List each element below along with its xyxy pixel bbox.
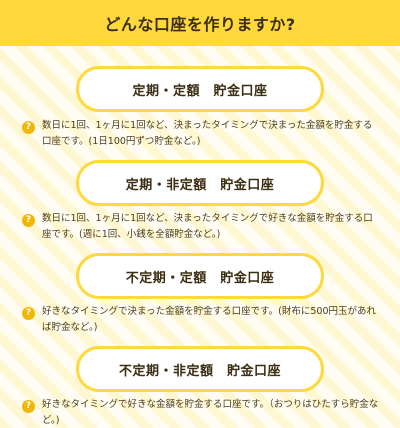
- page-title: どんな口座を作りますか?: [104, 15, 296, 34]
- option-fixed-period-fixed-amount-button[interactable]: 定期・定額 貯金口座: [76, 66, 324, 112]
- option-label: 不定期・非定額 貯金口座: [118, 363, 281, 379]
- option-description: ? 数日に1回、1ヶ月に1回など、決まったタイミングで決まった金額を貯金する口座…: [22, 118, 380, 150]
- option-description: ? 好きなタイミングで決まった金額を貯金する口座です。(財布に500円玉があれば…: [22, 304, 380, 336]
- question-mark-icon: ?: [22, 307, 35, 320]
- option-fixed-period-variable-amount-button[interactable]: 定期・非定額 貯金口座: [76, 160, 324, 206]
- option-label: 不定期・定額 貯金口座: [125, 270, 275, 286]
- question-mark-icon: ?: [22, 121, 35, 134]
- option-description-text: 好きなタイミングで決まった金額を貯金する口座です。(財布に500円玉があれば貯金…: [42, 306, 377, 333]
- option-label: 定期・定額 貯金口座: [132, 83, 268, 99]
- option-label: 定期・非定額 貯金口座: [125, 177, 275, 193]
- option-irregular-period-variable-amount-button[interactable]: 不定期・非定額 貯金口座: [76, 346, 324, 392]
- option-description-text: 数日に1回、1ヶ月に1回など、決まったタイミングで決まった金額を貯金する口座です…: [42, 120, 373, 147]
- option-description-text: 数日に1回、1ヶ月に1回など、決まったタイミングで好きな金額を貯金する口座です。…: [42, 213, 373, 240]
- question-mark-icon: ?: [22, 400, 35, 413]
- option-description-text: 好きなタイミングで好きな金額を貯金する口座です。（おつりはひたすら貯金など。): [42, 399, 379, 426]
- option-description: ? 好きなタイミングで好きな金額を貯金する口座です。（おつりはひたすら貯金など。…: [22, 397, 380, 428]
- option-irregular-period-fixed-amount-button[interactable]: 不定期・定額 貯金口座: [76, 253, 324, 299]
- question-mark-icon: ?: [22, 214, 35, 227]
- page-header: どんな口座を作りますか?: [0, 0, 400, 46]
- option-description: ? 数日に1回、1ヶ月に1回など、決まったタイミングで好きな金額を貯金する口座で…: [22, 211, 380, 243]
